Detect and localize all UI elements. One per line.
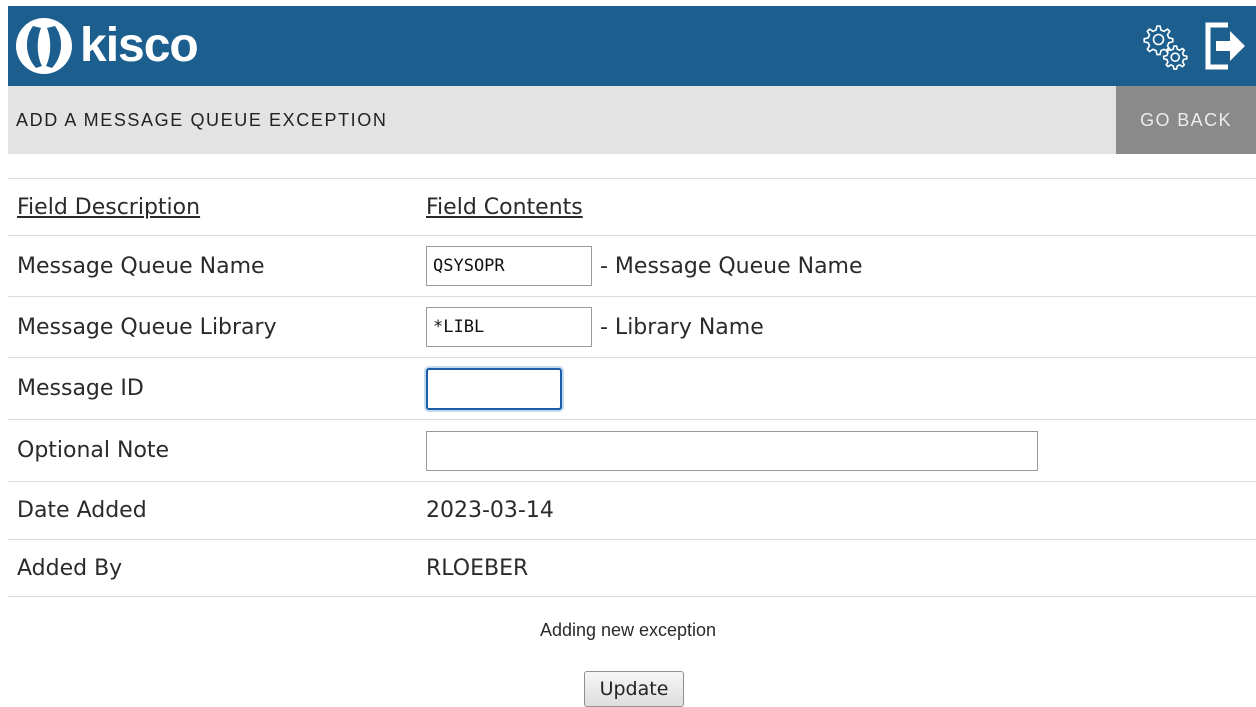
form-row-queue-library: Message Queue Library - Library Name xyxy=(8,296,1256,357)
form-row-optional-note: Optional Note xyxy=(8,419,1256,481)
page-title: ADD A MESSAGE QUEUE EXCEPTION xyxy=(16,110,388,130)
kisco-logo-mark-icon xyxy=(16,18,72,74)
optional-note-input[interactable] xyxy=(426,431,1038,471)
queue-library-label: Message Queue Library xyxy=(17,315,277,340)
queue-library-input[interactable] xyxy=(426,307,592,347)
kisco-logo: kisco xyxy=(14,16,199,76)
settings-gear-icon[interactable] xyxy=(1138,16,1192,76)
message-id-input[interactable] xyxy=(426,368,562,410)
column-header-description: Field Description xyxy=(17,195,201,220)
queue-library-hint: - Library Name xyxy=(600,314,764,340)
date-added-label: Date Added xyxy=(17,498,147,523)
added-by-value: RLOEBER xyxy=(426,556,529,581)
top-header-bar: kisco xyxy=(8,6,1256,86)
added-by-label: Added By xyxy=(17,556,123,581)
status-message: Adding new exception xyxy=(539,620,717,640)
optional-note-label: Optional Note xyxy=(17,438,170,463)
logout-icon[interactable] xyxy=(1198,16,1252,76)
queue-name-input[interactable] xyxy=(426,246,592,286)
form-row-message-id: Message ID xyxy=(8,357,1256,419)
brand-name: kisco xyxy=(80,19,199,72)
form-row-queue-name: Message Queue Name - Message Queue Name xyxy=(8,235,1256,296)
queue-name-label: Message Queue Name xyxy=(17,254,265,279)
queue-name-hint: - Message Queue Name xyxy=(600,253,863,279)
go-back-button[interactable]: GO BACK xyxy=(1116,86,1256,154)
form-row-added-by: Added By RLOEBER xyxy=(8,539,1256,597)
update-button[interactable]: Update xyxy=(584,671,684,707)
message-id-label: Message ID xyxy=(17,376,144,401)
page-title-bar: ADD A MESSAGE QUEUE EXCEPTION GO BACK xyxy=(8,86,1256,154)
form-row-date-added: Date Added 2023-03-14 xyxy=(8,481,1256,539)
date-added-value: 2023-03-14 xyxy=(426,498,554,523)
form-header-row: Field Description Field Contents xyxy=(8,178,1256,235)
column-header-contents: Field Contents xyxy=(426,195,583,220)
exception-form: Field Description Field Contents Message… xyxy=(8,178,1256,597)
